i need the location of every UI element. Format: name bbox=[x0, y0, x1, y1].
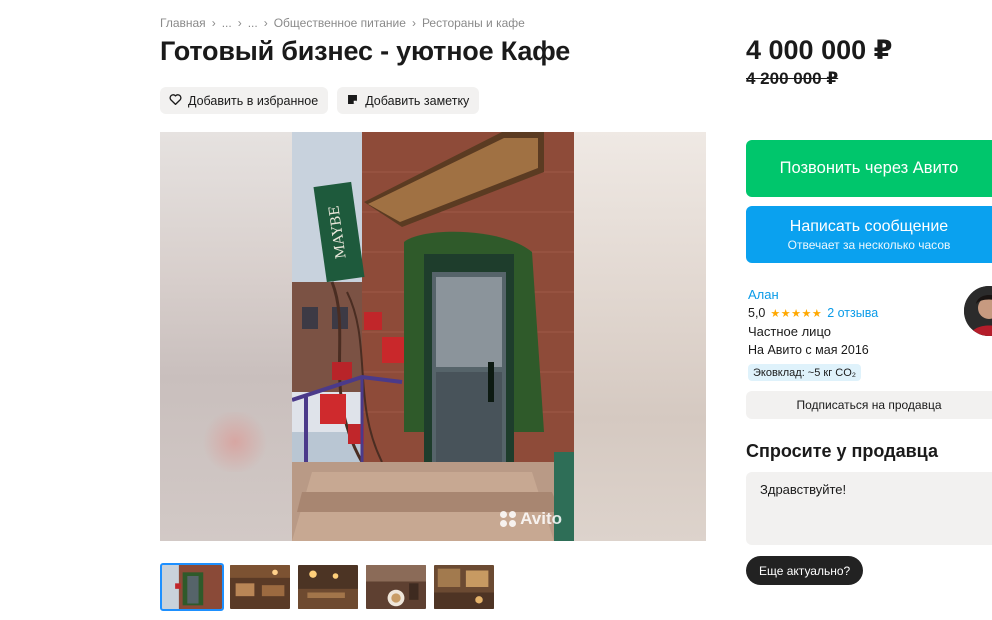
call-via-avito-button[interactable]: Позвонить через Авито bbox=[746, 140, 992, 197]
subscribe-to-seller-button[interactable]: Подписаться на продавца bbox=[746, 391, 992, 419]
message-input[interactable] bbox=[746, 472, 992, 545]
breadcrumb-restaurants[interactable]: Рестораны и кафе bbox=[422, 16, 525, 30]
thumbnail-3[interactable] bbox=[296, 563, 360, 611]
thumbnail-1[interactable] bbox=[160, 563, 224, 611]
seller-avatar[interactable] bbox=[964, 286, 992, 336]
breadcrumb-separator: › bbox=[237, 16, 242, 30]
listing-actions: Добавить в избранное Добавить заметку bbox=[160, 87, 480, 114]
add-note-label: Добавить заметку bbox=[365, 93, 470, 108]
add-note-button[interactable]: Добавить заметку bbox=[337, 87, 480, 114]
add-to-favorites-label: Добавить в избранное bbox=[188, 93, 319, 108]
breadcrumb-food-service[interactable]: Общественное питание bbox=[274, 16, 406, 30]
thumbnail-strip bbox=[160, 563, 496, 611]
add-to-favorites-button[interactable]: Добавить в избранное bbox=[160, 87, 329, 114]
seller-rating: 5,0 ★★★★★ 2 отзыва bbox=[748, 306, 878, 320]
breadcrumb-separator: › bbox=[411, 16, 416, 30]
reviews-link[interactable]: 2 отзыва bbox=[827, 306, 878, 320]
thumbnail-5[interactable] bbox=[432, 563, 496, 611]
seller-name-link[interactable]: Алан bbox=[748, 287, 779, 302]
avito-watermark: Avito bbox=[500, 509, 562, 529]
ask-seller-title: Спросите у продавца bbox=[746, 441, 938, 461]
star-rating-icon: ★★★★★ bbox=[770, 307, 823, 320]
avito-logo-icon bbox=[500, 511, 517, 527]
call-button-label: Позвонить через Авито bbox=[779, 159, 959, 177]
avito-watermark-text: Avito bbox=[520, 509, 562, 528]
seller-type: Частное лицо bbox=[748, 324, 831, 339]
rating-value: 5,0 bbox=[748, 306, 766, 320]
breadcrumb-collapsed-1[interactable]: ... bbox=[222, 16, 232, 30]
quick-question-still-available-button[interactable]: Еще актуально? bbox=[746, 556, 864, 585]
breadcrumb: Главная › ... › ... › Общественное питан… bbox=[160, 16, 525, 30]
thumbnail-2[interactable] bbox=[228, 563, 292, 611]
current-price: 4 000 000 ₽ bbox=[746, 35, 893, 65]
seller-since: На Авито с мая 2016 bbox=[748, 343, 869, 357]
photo-gallery[interactable]: MAYBE Avito bbox=[160, 132, 706, 541]
response-time-text: Отвечает за несколько часов bbox=[787, 237, 951, 252]
eco-contribution-badge: Эковклад: ~5 кг CO₂ bbox=[748, 364, 862, 381]
gallery-blur-left bbox=[160, 132, 292, 541]
gallery-blur-right bbox=[574, 132, 706, 541]
breadcrumb-separator: › bbox=[211, 16, 216, 30]
breadcrumb-separator: › bbox=[263, 16, 268, 30]
breadcrumb-collapsed-2[interactable]: ... bbox=[248, 16, 258, 30]
old-price: 4 200 000 ₽ bbox=[746, 69, 839, 88]
thumbnail-4[interactable] bbox=[364, 563, 428, 611]
breadcrumb-home[interactable]: Главная bbox=[160, 16, 206, 30]
heart-icon bbox=[169, 93, 182, 109]
listing-title: Готовый бизнес - уютное Кафе bbox=[160, 36, 571, 66]
write-message-label: Написать сообщение bbox=[789, 217, 949, 235]
write-message-button[interactable]: Написать сообщение Отвечает за несколько… bbox=[746, 206, 992, 263]
note-icon bbox=[346, 93, 359, 109]
main-photo[interactable]: MAYBE Avito bbox=[292, 132, 574, 541]
